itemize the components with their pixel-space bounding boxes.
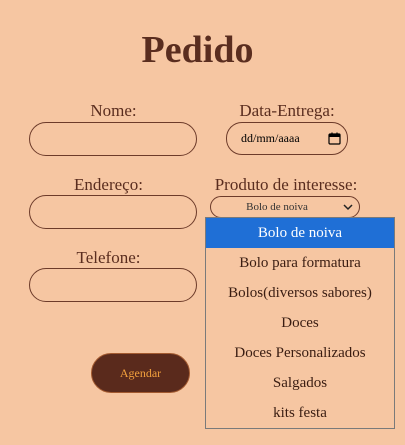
- endereco-input[interactable]: [29, 195, 197, 229]
- dropdown-option[interactable]: kits festa: [206, 398, 394, 428]
- telefone-label: Telefone:: [76, 248, 141, 267]
- data-entrega-input[interactable]: dd/mm/aaaa: [226, 122, 348, 155]
- dropdown-option[interactable]: Doces Personalizados: [206, 338, 394, 368]
- produto-select[interactable]: Bolo de noiva: [210, 196, 360, 218]
- endereco-label: Endereço:: [74, 175, 143, 194]
- data-entrega-label: Data-Entrega:: [239, 101, 335, 120]
- calendar-icon[interactable]: [328, 132, 341, 145]
- dropdown-option[interactable]: Doces: [206, 308, 394, 338]
- telefone-input[interactable]: [29, 268, 197, 302]
- produto-label: Produto de interesse:: [214, 175, 358, 194]
- agendar-button[interactable]: Agendar: [91, 353, 190, 393]
- dropdown-option[interactable]: Bolo para formatura: [206, 248, 394, 278]
- chevron-down-icon: [343, 203, 353, 210]
- produto-dropdown-list: Bolo de noiva Bolo para formatura Bolos(…: [205, 217, 395, 429]
- produto-selected-value: Bolo de noiva: [246, 201, 308, 213]
- date-placeholder: dd/mm/aaaa: [241, 131, 300, 145]
- nome-input[interactable]: [29, 122, 197, 156]
- nome-label: Nome:: [90, 101, 137, 120]
- dropdown-option[interactable]: Salgados: [206, 368, 394, 398]
- dropdown-option[interactable]: Bolo de noiva: [206, 218, 394, 248]
- page-title: Pedido: [141, 29, 254, 71]
- dropdown-option[interactable]: Bolos(diversos sabores): [206, 278, 394, 308]
